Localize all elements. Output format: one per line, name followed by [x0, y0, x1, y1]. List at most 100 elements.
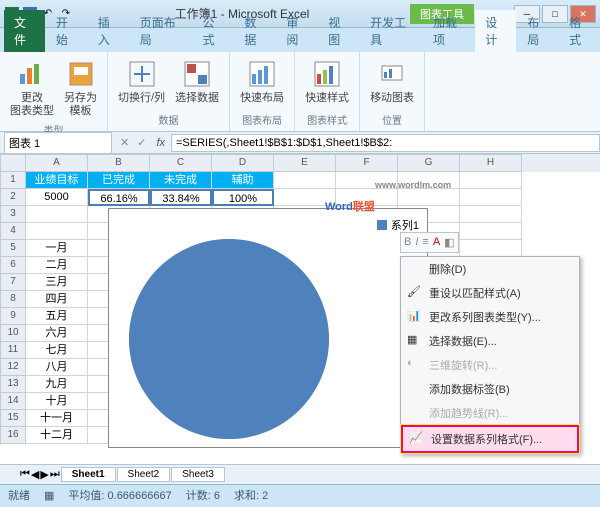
nav-prev-icon[interactable]: ◀	[31, 468, 39, 481]
row-header[interactable]: 5	[0, 240, 26, 257]
row-header[interactable]: 9	[0, 308, 26, 325]
cell[interactable]: 业绩目标	[26, 172, 88, 189]
sheet-tab-2[interactable]: Sheet2	[117, 467, 171, 482]
tab-pagelayout[interactable]: 页面布局	[130, 10, 192, 52]
select-data-button[interactable]: 选择数据	[173, 56, 221, 107]
align-icon[interactable]: ≡	[422, 236, 428, 249]
tab-addin[interactable]: 加载项	[423, 10, 474, 52]
row-header[interactable]: 16	[0, 427, 26, 444]
cell[interactable]: 十一月	[26, 410, 88, 427]
row-header[interactable]: 2	[0, 189, 26, 206]
cell[interactable]	[460, 189, 522, 206]
row-header[interactable]: 14	[0, 393, 26, 410]
cell[interactable]: 十二月	[26, 427, 88, 444]
nav-first-icon[interactable]: ⏮	[20, 468, 30, 481]
row-header[interactable]: 4	[0, 223, 26, 240]
cell[interactable]: 5000	[26, 189, 88, 206]
nav-next-icon[interactable]: ▶	[40, 468, 48, 481]
tab-design[interactable]: 设计	[475, 10, 516, 52]
cell[interactable]: 33.84%	[150, 189, 212, 206]
cell[interactable]: 九月	[26, 376, 88, 393]
sheet-tab-1[interactable]: Sheet1	[61, 467, 116, 482]
col-header[interactable]: B	[88, 154, 150, 172]
ctx-change-type[interactable]: 📊更改系列图表类型(Y)...	[401, 305, 579, 329]
col-header[interactable]: H	[460, 154, 522, 172]
row-header[interactable]: 6	[0, 257, 26, 274]
ctx-delete[interactable]: 删除(D)	[401, 257, 579, 281]
row-header[interactable]: 3	[0, 206, 26, 223]
cell[interactable]: 已完成	[88, 172, 150, 189]
cell[interactable]	[460, 172, 522, 189]
cell[interactable]	[460, 206, 522, 223]
tab-insert[interactable]: 插入	[88, 10, 129, 52]
fx-icon[interactable]: fx	[150, 137, 171, 149]
tab-dev[interactable]: 开发工具	[360, 10, 422, 52]
cell[interactable]: 100%	[212, 189, 274, 206]
ctx-format-series[interactable]: 📈设置数据系列格式(F)...	[401, 425, 579, 453]
cell[interactable]	[460, 240, 522, 257]
col-header[interactable]: D	[212, 154, 274, 172]
tab-formula[interactable]: 公式	[193, 10, 234, 52]
cell[interactable]: 辅助	[212, 172, 274, 189]
italic-icon[interactable]: I	[415, 236, 418, 249]
tab-chartlayout[interactable]: 布局	[517, 10, 558, 52]
name-box[interactable]: 图表 1	[4, 132, 112, 154]
tab-file[interactable]: 文件	[4, 10, 45, 52]
col-header[interactable]: E	[274, 154, 336, 172]
cell[interactable]	[26, 206, 88, 223]
cell[interactable]: 五月	[26, 308, 88, 325]
quick-style-button[interactable]: 快速样式	[303, 56, 351, 107]
cell[interactable]: 三月	[26, 274, 88, 291]
font-color-icon[interactable]: A	[433, 236, 440, 249]
embedded-chart[interactable]: 系列1	[108, 208, 428, 448]
switch-row-col-button[interactable]: 切换行/列	[116, 56, 167, 107]
mini-toolbar[interactable]: B I ≡ A ◧	[400, 232, 459, 253]
tab-review[interactable]: 审阅	[276, 10, 317, 52]
ctx-add-labels[interactable]: 添加数据标签(B)	[401, 377, 579, 401]
change-chart-type-button[interactable]: 更改 图表类型	[8, 56, 56, 120]
row-header[interactable]: 13	[0, 376, 26, 393]
row-header[interactable]: 11	[0, 342, 26, 359]
cell[interactable]: 六月	[26, 325, 88, 342]
move-chart-button[interactable]: 移动图表	[368, 56, 416, 107]
row-header[interactable]: 10	[0, 325, 26, 342]
cell[interactable]: 十月	[26, 393, 88, 410]
cell[interactable]: 二月	[26, 257, 88, 274]
ctx-select-data[interactable]: ▦选择数据(E)...	[401, 329, 579, 353]
enter-icon[interactable]: ✓	[133, 136, 150, 149]
row-header[interactable]: 7	[0, 274, 26, 291]
col-header[interactable]	[0, 154, 26, 172]
col-header[interactable]: G	[398, 154, 460, 172]
tab-view[interactable]: 视图	[318, 10, 359, 52]
ctx-reset-style[interactable]: 🖌重设以匹配样式(A)	[401, 281, 579, 305]
quick-layout-button[interactable]: 快速布局	[238, 56, 286, 107]
cell[interactable]	[274, 172, 336, 189]
cell[interactable]: 66.16%	[88, 189, 150, 206]
row-header[interactable]: 8	[0, 291, 26, 308]
nav-last-icon[interactable]: ⏭	[50, 468, 60, 481]
cell[interactable]: 四月	[26, 291, 88, 308]
row-header[interactable]: 12	[0, 359, 26, 376]
cancel-icon[interactable]: ✕	[116, 136, 133, 149]
row-header[interactable]: 1	[0, 172, 26, 189]
cell[interactable]: 未完成	[150, 172, 212, 189]
tab-home[interactable]: 开始	[46, 10, 87, 52]
cell[interactable]	[398, 189, 460, 206]
col-header[interactable]: A	[26, 154, 88, 172]
col-header[interactable]: F	[336, 154, 398, 172]
sheet-tab-3[interactable]: Sheet3	[171, 467, 225, 482]
tab-format[interactable]: 格式	[559, 10, 600, 52]
pie-chart[interactable]	[129, 239, 329, 439]
cell[interactable]: 七月	[26, 342, 88, 359]
chart-legend[interactable]: 系列1	[377, 217, 419, 233]
cell[interactable]: 八月	[26, 359, 88, 376]
fill-color-icon[interactable]: ◧	[444, 236, 454, 249]
col-header[interactable]: C	[150, 154, 212, 172]
bold-icon[interactable]: B	[404, 236, 411, 249]
formula-input[interactable]: =SERIES(,Sheet1!$B$1:$D$1,Sheet1!$B$2:	[171, 134, 600, 152]
cell[interactable]: 一月	[26, 240, 88, 257]
row-header[interactable]: 15	[0, 410, 26, 427]
cell[interactable]	[460, 223, 522, 240]
tab-data[interactable]: 数据	[234, 10, 275, 52]
cell[interactable]	[26, 223, 88, 240]
